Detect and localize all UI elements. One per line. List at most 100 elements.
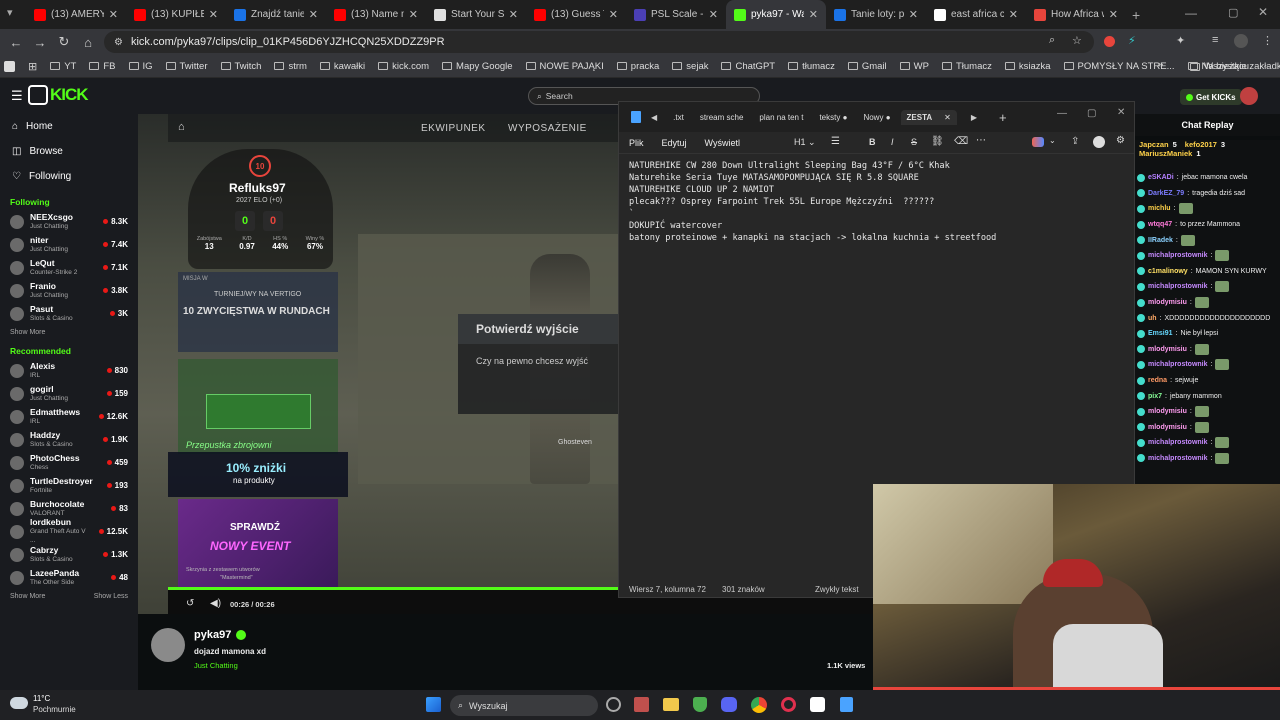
streamer-name[interactable]: pyka97 xyxy=(194,629,231,641)
tab-search-icon[interactable]: ▾ xyxy=(7,6,13,19)
settings-gear-icon[interactable]: ⚙ xyxy=(1116,135,1125,146)
chat-username[interactable]: michlu xyxy=(1148,205,1171,212)
notepad-taskbar-icon[interactable] xyxy=(840,697,853,712)
reload-icon[interactable]: ↻ xyxy=(52,34,76,50)
copilot-icon[interactable] xyxy=(1032,137,1044,147)
channel-item[interactable]: NEEXcsgo Just Chatting 8.3K xyxy=(0,210,138,233)
share-icon[interactable]: ⇪ xyxy=(1071,136,1079,147)
list-format-icon[interactable]: ☰ xyxy=(831,136,840,147)
hamburger-menu-icon[interactable]: ☰ xyxy=(11,88,23,104)
tab-close-icon[interactable]: ✕ xyxy=(809,8,818,21)
chat-username[interactable]: michalprostownik xyxy=(1148,252,1208,259)
forward-icon[interactable]: → xyxy=(28,35,52,50)
chat-username[interactable]: mlodymisiu xyxy=(1148,408,1187,415)
chat-username[interactable]: Emsi91 xyxy=(1148,330,1173,337)
chat-username[interactable]: michalprostownik xyxy=(1148,283,1208,290)
start-menu-icon[interactable] xyxy=(426,697,441,712)
replay-icon[interactable]: ↺ xyxy=(186,598,194,609)
chat-username[interactable]: redna xyxy=(1148,377,1167,384)
tab-close-icon[interactable]: ✕ xyxy=(309,8,318,21)
bookmark-item[interactable]: Gmail xyxy=(847,61,887,72)
bookmark-item[interactable]: FB xyxy=(89,61,116,72)
reading-list-icon[interactable]: ≡ xyxy=(1212,34,1218,46)
tab-close-icon[interactable]: ✕ xyxy=(109,8,118,21)
extensions-puzzle-icon[interactable]: ✦ xyxy=(1176,34,1185,47)
channel-item[interactable]: PhotoChess Chess 459 xyxy=(0,451,138,474)
chat-username[interactable]: uh xyxy=(1148,315,1157,322)
new-tab-icon[interactable]: + xyxy=(1132,7,1140,23)
link-icon[interactable]: ⛓ xyxy=(931,136,944,147)
chat-username[interactable]: mlodymisiu xyxy=(1148,299,1187,306)
chrome-icon[interactable] xyxy=(751,697,767,713)
show-more-link[interactable]: Show More xyxy=(10,593,45,600)
chat-username[interactable]: michalprostownik xyxy=(1148,455,1208,462)
tab-close-icon[interactable]: ✕ xyxy=(609,8,618,21)
bookmark-item[interactable]: kawałki xyxy=(319,61,365,72)
zoom-icon[interactable]: ⌕ xyxy=(1049,34,1055,47)
chat-username[interactable]: DarkEZ_79 xyxy=(1148,190,1184,197)
record-extension-icon[interactable] xyxy=(1104,36,1115,47)
chat-username[interactable]: c1malinowy xyxy=(1148,268,1188,275)
bookmark-star-icon[interactable]: ☆ xyxy=(1072,34,1082,47)
bookmark-item[interactable]: kick.com xyxy=(378,61,429,72)
clear-format-icon[interactable]: ⌫ xyxy=(954,136,968,147)
notepad-tab[interactable]: plan na ten t xyxy=(753,110,809,125)
channel-item[interactable]: TurtleDestroyer Fortnite 193 xyxy=(0,474,138,497)
notepad-close-icon[interactable]: ✕ xyxy=(1117,107,1125,118)
site-info-icon[interactable]: ⚙ xyxy=(114,37,123,48)
sidebar-nav-item[interactable]: ♡ Following xyxy=(0,164,138,189)
notepad-maximize-icon[interactable]: ▢ xyxy=(1087,108,1096,119)
notepad-minimize-icon[interactable]: — xyxy=(1057,108,1067,119)
bookmark-item[interactable]: ksiazka xyxy=(1004,61,1051,72)
notepad-tab[interactable]: Nowy ● xyxy=(857,110,896,125)
bookmark-item[interactable]: sejak xyxy=(672,61,708,72)
notepad-tab[interactable]: stream sche xyxy=(694,110,750,125)
channel-item[interactable]: Alexis IRL 830 xyxy=(0,359,138,382)
following-show-more[interactable]: Show More xyxy=(0,325,138,340)
close-window-icon[interactable]: ✕ xyxy=(1258,5,1268,19)
tab-close-icon[interactable]: ✕ xyxy=(1009,8,1018,21)
browser-tab[interactable]: (13) Name me ✕ xyxy=(326,0,426,29)
channel-item[interactable]: gogirl Just Chatting 159 xyxy=(0,382,138,405)
chat-username[interactable]: pix7 xyxy=(1148,393,1162,400)
browser-tab[interactable]: (13) KUPIŁEM ✕ xyxy=(126,0,226,29)
browser-tab[interactable]: pyka97 - Watc ✕ xyxy=(726,0,826,29)
channel-item[interactable]: Cabrzy Slots & Casino 1.3K xyxy=(0,543,138,566)
tab-close-icon[interactable]: ✕ xyxy=(209,8,218,21)
chat-username[interactable]: michalprostownik xyxy=(1148,439,1208,446)
bookmark-item[interactable]: strm xyxy=(274,61,307,72)
browser-menu-icon[interactable]: ⋮ xyxy=(1262,34,1273,47)
bookmark-item[interactable]: YT xyxy=(50,61,76,72)
all-bookmarks[interactable]: Wszystkie zakładki xyxy=(1190,61,1280,72)
tab-close-icon[interactable]: ✕ xyxy=(1109,8,1118,21)
bookmark-item[interactable]: tłumacz xyxy=(788,61,835,72)
address-url[interactable]: kick.com/pyka97/clips/clip_01KP456D6YJZH… xyxy=(131,36,445,48)
sidebar-nav-item[interactable]: ⌂ Home xyxy=(0,114,138,139)
chat-username[interactable]: wtqq47 xyxy=(1148,221,1172,228)
kick-logo[interactable]: KICK xyxy=(28,85,89,105)
copilot-taskbar-icon[interactable] xyxy=(606,697,621,712)
streamer-avatar[interactable] xyxy=(151,628,185,662)
channel-item[interactable]: Edmatthews IRL 12.6K xyxy=(0,405,138,428)
notepad-menu-item[interactable]: Plik xyxy=(629,138,644,148)
notepad-tab-close-icon[interactable]: ✕ xyxy=(944,113,951,122)
channel-item[interactable]: Pasut Slots & Casino 3K xyxy=(0,302,138,325)
more-options-icon[interactable]: ⋯ xyxy=(976,135,986,146)
account-avatar[interactable] xyxy=(1093,136,1105,148)
channel-item[interactable]: niter Just Chatting 7.4K xyxy=(0,233,138,256)
taskbar-search[interactable]: ⌕ Wyszukaj xyxy=(450,695,598,716)
show-less-link[interactable]: Show Less xyxy=(94,593,128,600)
chat-username[interactable]: eSKADi xyxy=(1148,174,1174,181)
capcut-icon[interactable] xyxy=(810,697,825,712)
notepad-menu-item[interactable]: Edytuj xyxy=(662,138,687,148)
volume-icon[interactable]: ◀) xyxy=(210,598,221,609)
browser-tab[interactable]: (13) AMERYKA ✕ xyxy=(26,0,126,29)
tab-close-icon[interactable]: ✕ xyxy=(709,8,718,21)
bookmarks-overflow-icon[interactable]: » xyxy=(1158,59,1163,70)
opera-icon[interactable] xyxy=(781,697,796,712)
tab-close-icon[interactable]: ✕ xyxy=(509,8,518,21)
bookmark-item[interactable]: Mapy Google xyxy=(442,61,513,72)
channel-item[interactable]: Haddzy Slots & Casino 1.9K xyxy=(0,428,138,451)
tab-close-icon[interactable]: ✕ xyxy=(409,8,418,21)
user-avatar[interactable] xyxy=(1240,87,1258,105)
